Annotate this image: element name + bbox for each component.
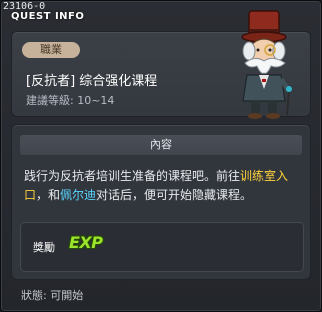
reward-box: 獎勵 EXP — [20, 222, 304, 272]
quest-description: 践行为反抗者培训生准备的课程吧。前往训练室入口，和佩尔迪对话后，便可开始隐藏课程… — [24, 167, 302, 205]
quest-info-window: 23106-0 QUEST INFO 職業 [反抗者] 综合强化课程 建議等級:… — [0, 0, 322, 312]
description-text: 践行为反抗者培训生准备的课程吧。前往 — [24, 169, 241, 183]
gentleman-npc-icon — [241, 10, 292, 119]
window-title: QUEST INFO — [11, 11, 85, 22]
quest-status: 狀態: 可開始 — [21, 289, 84, 302]
quest-name: [反抗者] 综合强化课程 — [26, 74, 158, 89]
description-text: ，和 — [36, 188, 61, 202]
content-section-header: 內容 — [20, 135, 302, 155]
level-requirement: 建議等級: 10~14 — [26, 94, 115, 107]
description-text: 对话后，便可开始隐藏课程。 — [96, 188, 253, 202]
job-badge: 職業 — [22, 42, 80, 58]
exp-icon: EXP — [69, 233, 103, 252]
reward-label: 獎勵 — [33, 241, 55, 254]
quest-content-panel: 內容 践行为反抗者培训生准备的课程吧。前往训练室入口，和佩尔迪对话后，便可开始隐… — [11, 124, 311, 280]
npc-link[interactable]: 佩尔迪 — [60, 188, 96, 202]
